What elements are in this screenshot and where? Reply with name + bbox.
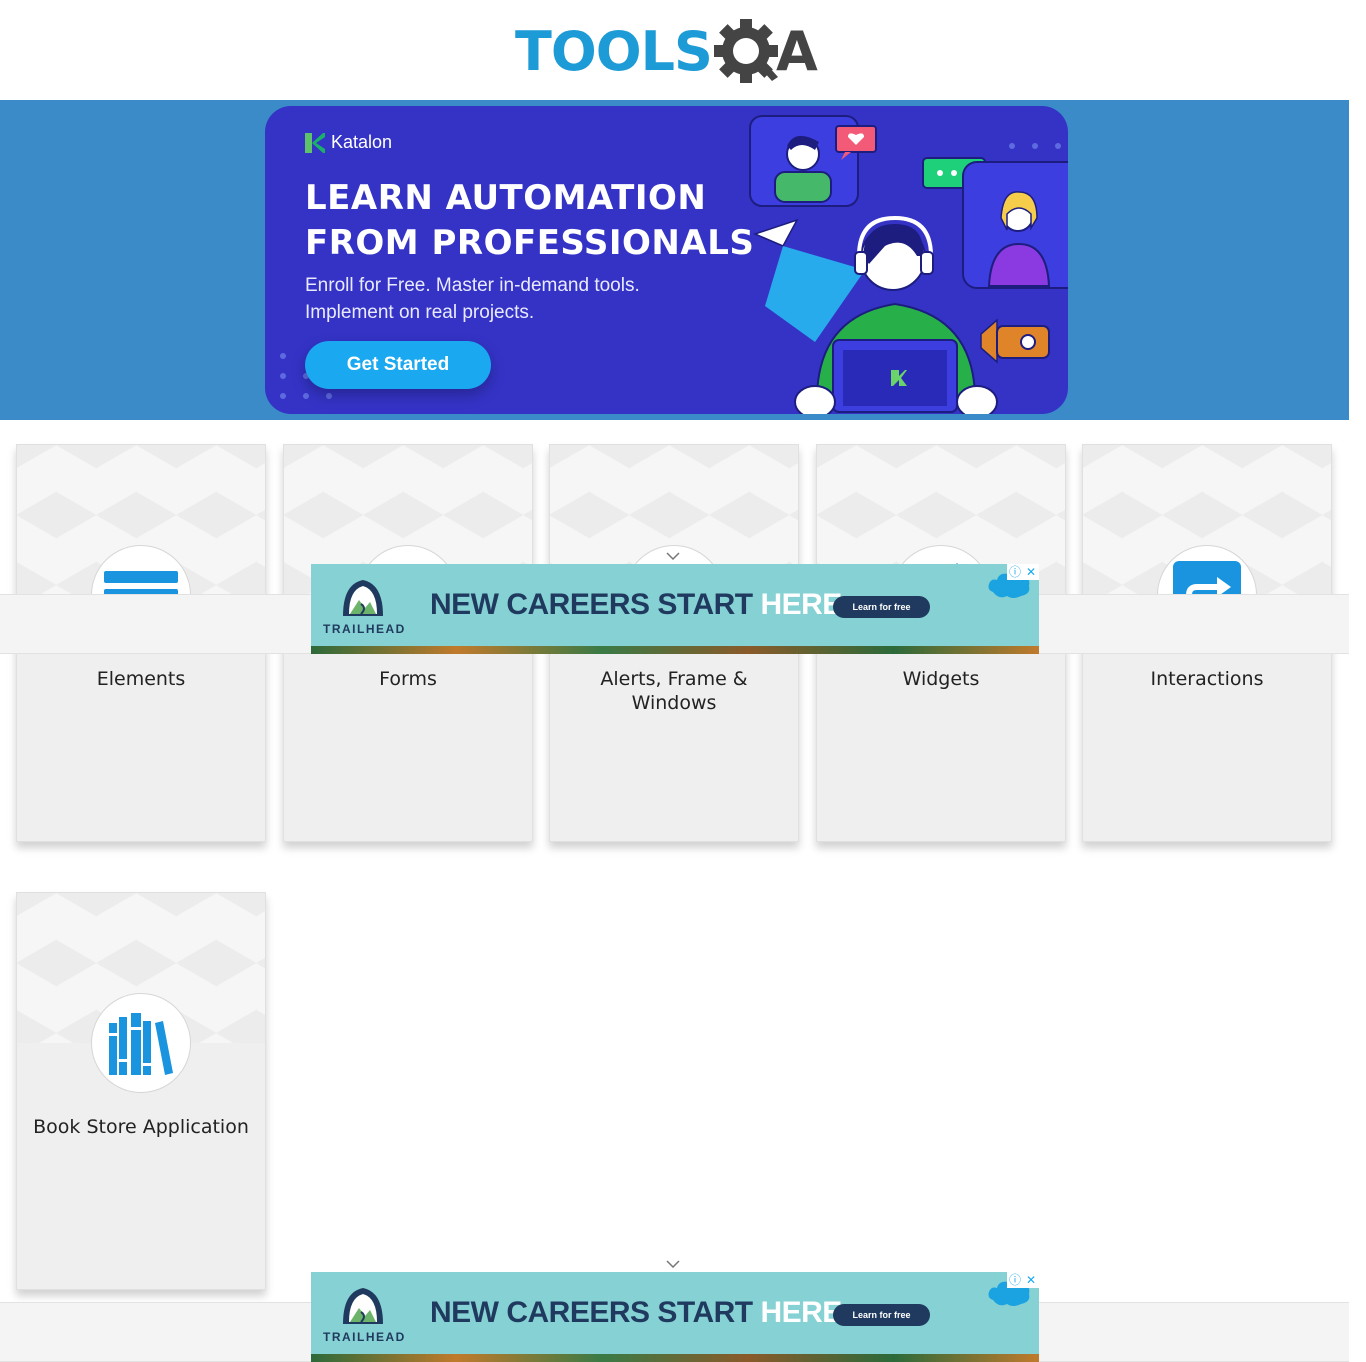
katalon-brand: Katalon: [305, 132, 392, 153]
trailhead-ad-top[interactable]: TRAILHEAD NEW CAREERS START HERE. Learn …: [311, 564, 1039, 654]
ad-info-icon[interactable]: ⓘ: [1007, 564, 1023, 580]
banner-illustration-icon: [749, 115, 1068, 414]
banner-headline: LEARN AUTOMATION FROM PROFESSIONALS: [305, 176, 754, 266]
card-label: Elements: [96, 668, 186, 690]
chevron-down-icon[interactable]: [666, 552, 680, 560]
books-icon: [109, 1013, 173, 1075]
card-book-store-application[interactable]: Book Store Application: [16, 892, 266, 1290]
trailhead-ad-bottom[interactable]: TRAILHEAD NEW CAREERS START HERE. Learn …: [311, 1272, 1039, 1362]
ad-brand: TRAILHEAD: [323, 622, 406, 636]
card-icon-circle: [91, 993, 191, 1093]
gear-icon: [713, 19, 778, 83]
headline-line-2: FROM PROFESSIONALS: [305, 223, 755, 263]
card-label: Alerts, Frame & Windows: [600, 668, 748, 714]
ad-close-icon[interactable]: ✕: [1023, 564, 1039, 580]
logo-text-a: A: [775, 20, 818, 83]
ad-bottom-strip: [311, 646, 1039, 654]
card-label: Forms: [379, 668, 437, 690]
ad-headline: NEW CAREERS START HERE.: [430, 1296, 850, 1330]
toolsqa-logo[interactable]: TOOLS A: [515, 14, 818, 90]
chevron-down-icon[interactable]: [666, 1260, 680, 1268]
ad-headline: NEW CAREERS START HERE.: [430, 588, 850, 622]
katalon-banner[interactable]: Katalon LEARN AUTOMATION FROM PROFESSION…: [265, 106, 1068, 414]
ad-close-icon[interactable]: ✕: [1023, 1272, 1039, 1288]
learn-for-free-button[interactable]: Learn for free: [833, 596, 930, 618]
subline-2: Implement on real projects.: [305, 302, 535, 323]
banner-subline: Enroll for Free. Master in-demand tools.…: [305, 272, 640, 326]
card-label: Interactions: [1150, 668, 1264, 690]
katalon-logo-icon: [305, 132, 325, 153]
ad-bottom-strip: [311, 1354, 1039, 1362]
card-label: Book Store Application: [33, 1116, 249, 1138]
get-started-button[interactable]: Get Started: [305, 341, 491, 389]
logo-text-tools: TOOLS: [515, 20, 713, 83]
ad-info-icon[interactable]: ⓘ: [1007, 1272, 1023, 1288]
learn-for-free-button[interactable]: Learn for free: [833, 1304, 930, 1326]
subline-1: Enroll for Free. Master in-demand tools.: [305, 275, 640, 296]
ad-headline-main: NEW CAREERS START: [430, 1296, 761, 1329]
card-label: Widgets: [902, 668, 980, 690]
ad-brand: TRAILHEAD: [323, 1330, 406, 1344]
ad-headline-main: NEW CAREERS START: [430, 588, 761, 621]
headline-line-1: LEARN AUTOMATION: [305, 178, 707, 218]
site-header: TOOLS A: [0, 0, 1349, 100]
katalon-brand-name: Katalon: [331, 132, 393, 152]
